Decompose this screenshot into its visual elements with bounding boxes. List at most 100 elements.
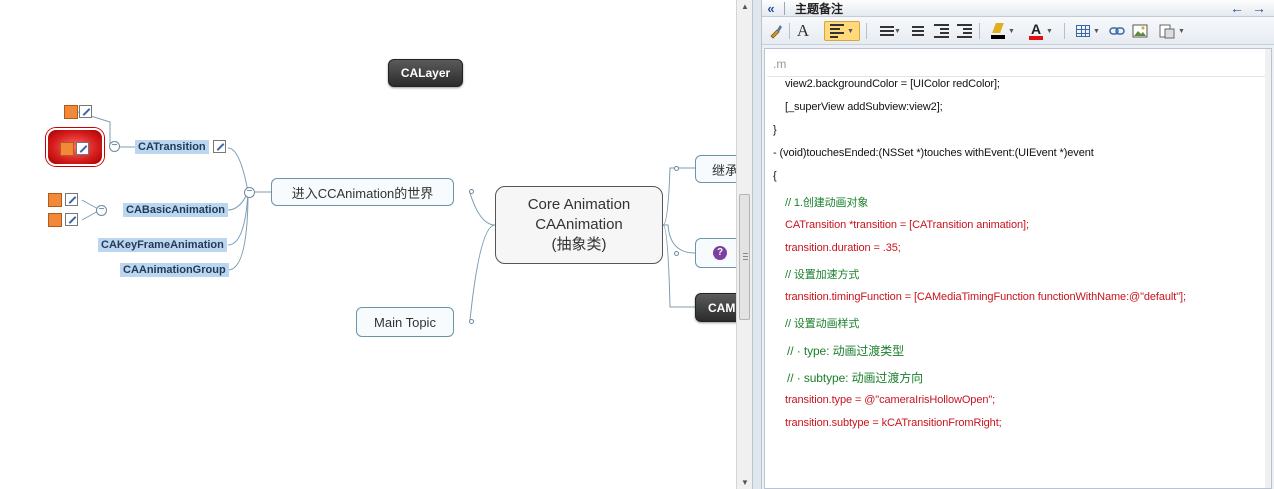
chevron-down-icon: ▼ [847, 27, 854, 35]
chevron-down-icon: ▼ [1008, 27, 1015, 35]
central-topic[interactable]: Core Animation CAAnimation (抽象类) [495, 186, 663, 264]
header-separator [784, 1, 785, 15]
grip-line [743, 259, 748, 260]
toolbar-separator [789, 23, 790, 39]
align-left-button[interactable]: ▼ [824, 21, 860, 41]
collapse-panel-icon[interactable]: « [762, 1, 780, 16]
toolbar-separator [866, 23, 867, 39]
grip-line [743, 253, 748, 254]
code-line: transition.type = @"cameraIrisHollowOpen… [785, 394, 996, 406]
note-icon[interactable] [79, 105, 92, 118]
font-button[interactable]: A [793, 21, 813, 41]
code-line: } [773, 124, 777, 136]
back-arrow-icon[interactable]: ← [1230, 0, 1244, 16]
main-topic[interactable]: Main Topic [356, 307, 454, 337]
decrease-indent-icon[interactable] [932, 21, 950, 41]
editor-scrollbar[interactable] [1265, 49, 1271, 488]
subtopic-caanimationgroup[interactable]: CAAnimationGroup [120, 263, 229, 277]
selected-image-node[interactable] [46, 128, 104, 166]
insert-table-button[interactable]: ▼ [1072, 21, 1104, 41]
notes-toolbar: A ▼ ▼ ▼ A ▼ ▼ ▼ [762, 17, 1274, 45]
right-topic-inherit[interactable]: 继承 [695, 155, 736, 183]
scroll-down-arrow-icon[interactable]: ▼ [741, 478, 749, 487]
image-node-icon[interactable] [48, 213, 62, 227]
collapse-toggle-branch[interactable]: − [244, 187, 255, 198]
code-comment: // 设置动画样式 [785, 318, 860, 330]
numbered-list-icon [877, 26, 895, 36]
filename-divider [767, 76, 1271, 77]
grip-line [743, 256, 748, 257]
collapse-toggle-cabasic[interactable]: − [96, 205, 107, 216]
code-line: view2.backgroundColor = [UIColor redColo… [785, 78, 1000, 90]
subtopic-cabasicanimation[interactable]: CABasicAnimation [123, 203, 229, 217]
increase-indent-icon[interactable] [955, 21, 973, 41]
question-icon: ? [713, 246, 727, 260]
forward-arrow-icon[interactable]: → [1252, 0, 1266, 16]
toolbar-separator [979, 23, 980, 39]
branch-connector-dot [469, 189, 474, 194]
note-icon [76, 142, 89, 155]
numbered-list-button[interactable]: ▼ [872, 21, 906, 41]
code-line: transition.timingFunction = [CAMediaTimi… [785, 291, 1186, 303]
code-comment: // 设置加速方式 [785, 269, 860, 281]
filename-label: .m [773, 57, 787, 71]
canvas-scrollbar[interactable]: ▲ ▼ [736, 0, 752, 489]
chevron-down-icon: ▼ [1178, 27, 1185, 35]
mindmap-canvas[interactable]: CALayer Core Animation CAAnimation (抽象类)… [0, 0, 736, 489]
note-icon[interactable] [213, 140, 226, 153]
app-window: CALayer Core Animation CAAnimation (抽象类)… [0, 0, 1274, 489]
subtopic-catransition[interactable]: CATransition [135, 140, 209, 154]
bullet-lines [910, 26, 924, 36]
topic-notes-panel: « 主题备注 ← → A ▼ ▼ ▼ A ▼ ▼ ▼ .m view2.back… [762, 0, 1274, 489]
hyperlink-icon[interactable] [1107, 21, 1127, 41]
panel-splitter[interactable] [752, 0, 762, 489]
canvas-scrollbar-thumb[interactable] [739, 194, 750, 320]
right-topic-cam[interactable]: CAM [695, 293, 736, 322]
bullet-list-icon[interactable] [908, 21, 926, 41]
object-icon [1159, 24, 1175, 38]
chevron-down-icon: ▼ [894, 27, 901, 35]
collapse-toggle-catransition[interactable]: − [109, 141, 120, 152]
toolbar-separator [1064, 23, 1065, 39]
floating-topic-calayer[interactable]: CALayer [388, 59, 463, 87]
highlighter-icon [991, 23, 1006, 39]
notes-title: 主题备注 [795, 1, 844, 16]
central-topic-line1: Core Animation [527, 196, 631, 213]
code-line: { [773, 170, 777, 182]
code-line: transition.duration = .35; [785, 242, 901, 254]
central-topic-line3: (抽象类) [551, 236, 607, 253]
image-node-icon [60, 142, 74, 156]
chevron-down-icon: ▼ [1046, 27, 1053, 35]
right-topic-question[interactable]: ? [695, 238, 736, 268]
code-line: [_superView addSubview:view2]; [785, 101, 943, 113]
note-icon[interactable] [65, 193, 78, 206]
branch-topic-ccanimation[interactable]: 进入CCAnimation的世界 [271, 178, 454, 206]
code-line: - (void)touchesEnded:(NSSet *)touches wi… [773, 147, 1094, 159]
insert-object-button[interactable]: ▼ [1156, 21, 1188, 41]
indent-lines [933, 24, 949, 38]
central-topic-line2: CAAnimation [535, 216, 623, 233]
image-node-icon[interactable] [48, 193, 62, 207]
right-connector-dot-1 [674, 166, 679, 171]
code-comment: // 1.创建动画对象 [785, 197, 869, 209]
code-comment: // · subtype: 动画过渡方向 [787, 371, 924, 385]
indent-lines [956, 24, 972, 38]
text-color-icon: A [1029, 22, 1044, 40]
scroll-up-arrow-icon[interactable]: ▲ [741, 2, 749, 11]
insert-image-icon[interactable] [1130, 21, 1150, 41]
note-icon[interactable] [65, 213, 78, 226]
code-line: transition.subtype = kCATransitionFromRi… [785, 417, 1002, 429]
main-topic-connector-dot [469, 319, 474, 324]
chevron-down-icon: ▼ [1093, 27, 1100, 35]
image-node-icon[interactable] [64, 105, 78, 119]
format-painter-icon[interactable] [766, 21, 786, 41]
code-line: CATransition *transition = [CATransition… [785, 219, 1029, 231]
align-left-icon [830, 24, 845, 38]
code-comment: // · type: 动画过渡类型 [787, 344, 904, 358]
text-color-button[interactable]: A ▼ [1024, 21, 1058, 41]
highlight-color-button[interactable]: ▼ [986, 21, 1020, 41]
notes-editor[interactable]: .m view2.backgroundColor = [UIColor redC… [764, 48, 1272, 489]
subtopic-cakeyframeanimation[interactable]: CAKeyFrameAnimation [98, 238, 227, 252]
notes-header: « 主题备注 ← → [762, 0, 1274, 17]
right-connector-dot-2 [674, 251, 679, 256]
